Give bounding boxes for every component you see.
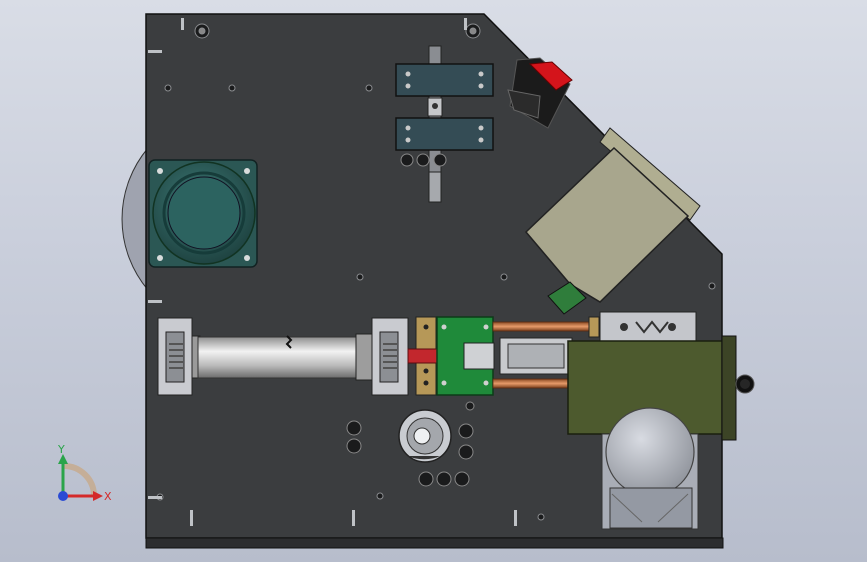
triad-y-label: Y <box>57 443 65 456</box>
cad-model-view: Y X <box>57 13 755 549</box>
base-plate-lip <box>145 537 724 549</box>
coordinate-triad: Y X <box>57 443 112 503</box>
triad-x-label: X <box>104 490 112 503</box>
cad-graphics-viewport[interactable]: Y X <box>0 0 867 562</box>
square-motor <box>148 159 258 268</box>
triad-rotation-arc <box>62 463 97 497</box>
rear-disc <box>121 146 149 292</box>
